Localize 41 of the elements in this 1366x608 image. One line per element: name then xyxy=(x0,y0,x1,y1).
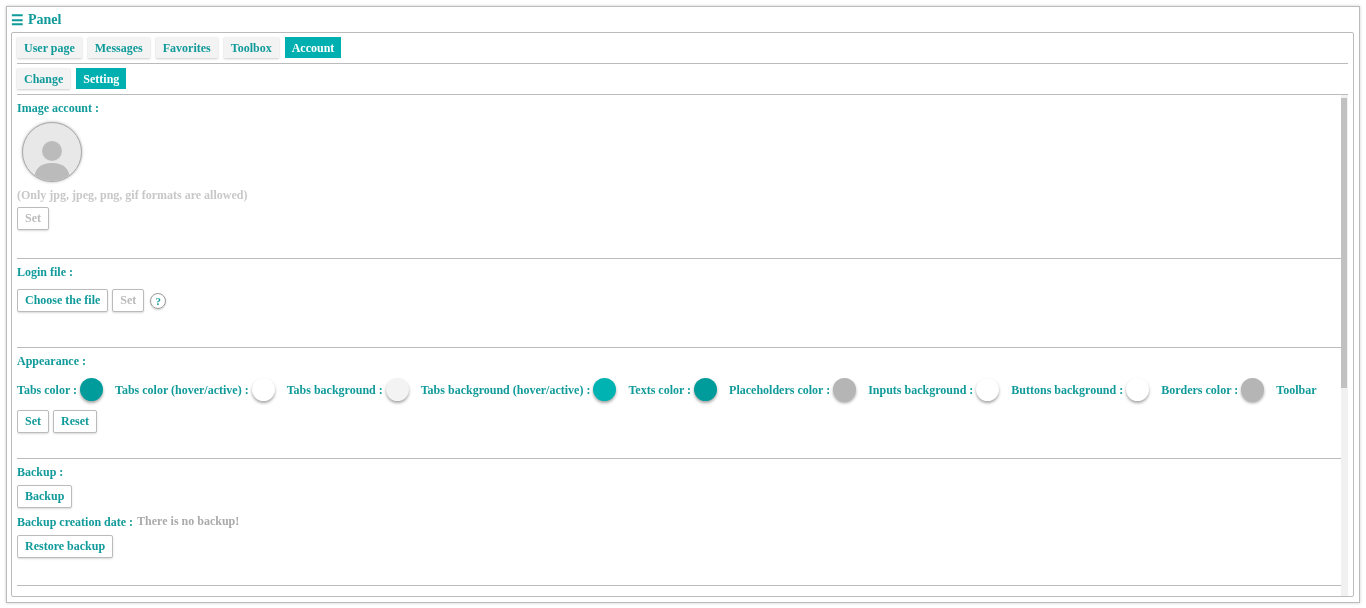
date-value: There is no backup! xyxy=(137,514,240,529)
avatar-placeholder xyxy=(22,122,82,182)
color-swatch[interactable] xyxy=(1126,378,1150,401)
color-label: Buttons background : xyxy=(1011,382,1124,397)
color-label: Tabs background : xyxy=(286,382,383,397)
color-swatch[interactable] xyxy=(976,378,1000,401)
color-swatch[interactable] xyxy=(694,378,718,401)
tab[interactable]: Toolbox xyxy=(223,37,279,58)
color-swatch[interactable] xyxy=(593,378,617,401)
color-swatch[interactable] xyxy=(833,378,857,401)
color-label: Tabs color (hover/active) : xyxy=(115,382,249,397)
panel-title: Panel xyxy=(28,12,62,28)
reset-button[interactable]: Reset xyxy=(53,410,97,433)
restore-backup-button[interactable]: Restore backup xyxy=(17,535,114,558)
color-label: Tabs color : xyxy=(17,382,77,397)
color-swatch[interactable] xyxy=(80,378,103,401)
color-label: Tabs background (hover/active) : xyxy=(420,382,591,397)
tab[interactable]: Account xyxy=(284,37,342,58)
section-label: Image account : xyxy=(17,101,99,115)
color-swatch[interactable] xyxy=(1241,378,1265,401)
color-label: Toolbar xyxy=(1276,382,1317,397)
color-swatch[interactable] xyxy=(385,378,409,401)
choose-file-button[interactable]: Choose the file xyxy=(17,289,109,312)
tab[interactable]: User page xyxy=(17,37,82,58)
color-label: Placeholders color : xyxy=(729,382,831,397)
color-swatch[interactable] xyxy=(251,378,275,401)
color-label: Texts color : xyxy=(628,382,692,397)
color-label: Borders color : xyxy=(1161,382,1239,397)
scrollbar[interactable] xyxy=(1341,95,1348,596)
subtab[interactable]: Change xyxy=(17,68,71,89)
subtab[interactable]: Setting xyxy=(76,68,127,89)
color-label: Inputs background : xyxy=(868,382,974,397)
section-label: Backup : xyxy=(17,465,64,479)
section-label: Appearance : xyxy=(17,354,86,368)
date-label: Backup creation date : xyxy=(17,514,134,529)
menu-icon[interactable]: ☰ xyxy=(11,11,24,29)
set-button[interactable]: Set xyxy=(17,410,49,433)
section-label: Login file : xyxy=(17,265,73,279)
backup-button[interactable]: Backup xyxy=(17,485,73,508)
tab[interactable]: Favorites xyxy=(155,37,218,58)
tab[interactable]: Messages xyxy=(87,37,150,58)
